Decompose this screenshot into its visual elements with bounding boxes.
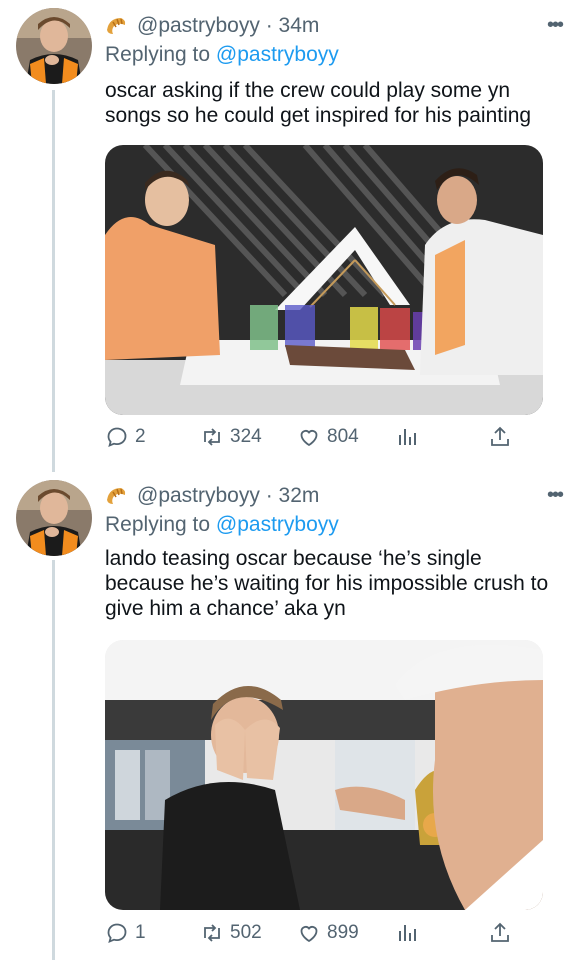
tweet-header: @pastryboyy · 34m (105, 14, 319, 38)
replying-prefix: Replying to (105, 43, 211, 66)
tweet-text: lando teasing oscar because ‘he’s single… (105, 547, 549, 620)
tweet-media[interactable] (105, 640, 543, 910)
tweet-time[interactable]: 32m (279, 484, 320, 508)
heart-icon (300, 926, 318, 943)
like-button[interactable]: 804 (297, 425, 359, 449)
more-options-icon[interactable]: ••• (547, 14, 564, 37)
share-icon (491, 922, 509, 942)
replying-to: Replying to @pastryboyy (105, 513, 339, 537)
separator: · (259, 484, 279, 507)
tweet-header: @pastryboyy · 32m (105, 484, 319, 508)
analytics-button[interactable] (395, 921, 419, 945)
reply-button[interactable]: 2 (105, 425, 146, 449)
reply-button[interactable]: 1 (105, 921, 146, 945)
more-options-icon[interactable]: ••• (547, 484, 564, 507)
share-button[interactable] (488, 921, 512, 945)
reply-icon (107, 923, 127, 944)
tweet-text: oscar asking if the crew could play some… (105, 79, 532, 127)
tweet-media[interactable] (105, 145, 543, 415)
retweet-count: 324 (230, 426, 262, 447)
reply-count: 2 (135, 426, 146, 447)
separator: · (259, 14, 279, 37)
replying-mention[interactable]: @pastryboyy (216, 513, 339, 536)
analytics-icon (399, 925, 416, 941)
like-count: 804 (327, 426, 359, 447)
tweet-time[interactable]: 34m (279, 14, 320, 38)
replying-prefix: Replying to (105, 513, 211, 536)
avatar[interactable] (16, 480, 92, 556)
share-icon (491, 426, 509, 446)
tweet[interactable]: @pastryboyy · 34m ••• Replying to @pastr… (0, 0, 584, 470)
photo-painting-scene (105, 145, 543, 415)
like-count: 899 (327, 922, 359, 943)
retweet-icon (204, 428, 220, 446)
like-button[interactable]: 899 (297, 921, 359, 945)
replying-mention[interactable]: @pastryboyy (216, 43, 339, 66)
analytics-icon (399, 429, 416, 445)
croissant-icon (107, 18, 126, 34)
tweet-actions: 1 502 899 (105, 921, 525, 951)
reply-icon (107, 427, 127, 448)
retweet-icon (204, 924, 220, 942)
tweet-actions: 2 324 804 (105, 425, 525, 455)
retweet-button[interactable]: 324 (200, 425, 262, 449)
reply-count: 1 (135, 922, 146, 943)
croissant-icon (107, 488, 126, 504)
retweet-button[interactable]: 502 (200, 921, 262, 945)
tweet-handle[interactable]: @pastryboyy (137, 14, 260, 38)
retweet-count: 502 (230, 922, 262, 943)
replying-to: Replying to @pastryboyy (105, 43, 339, 67)
share-button[interactable] (488, 425, 512, 449)
tweet-handle[interactable]: @pastryboyy (137, 484, 260, 508)
tweet[interactable]: @pastryboyy · 32m ••• Replying to @pastr… (0, 472, 584, 960)
analytics-button[interactable] (395, 425, 419, 449)
avatar[interactable] (16, 8, 92, 84)
heart-icon (300, 430, 318, 447)
photo-facepalm-scene (105, 640, 543, 910)
